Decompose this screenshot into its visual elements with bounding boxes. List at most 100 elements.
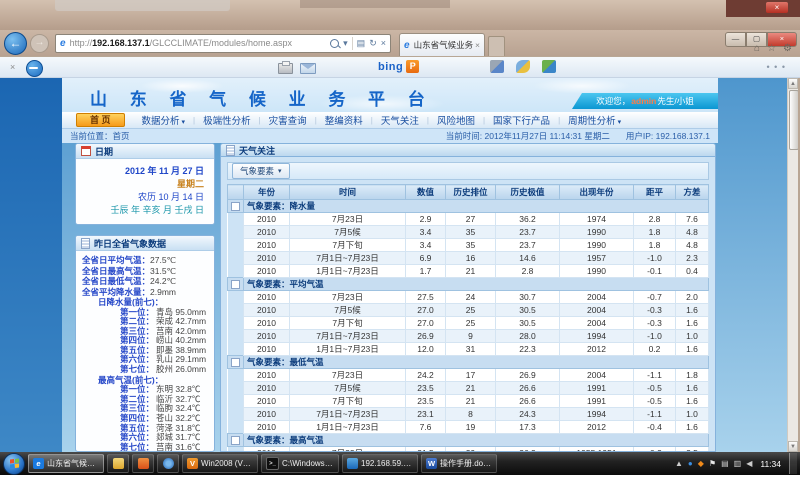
bing-logo[interactable]: bing P [378,60,419,73]
vertical-scrollbar[interactable]: ▲ ▼ [787,78,798,452]
scroll-down-icon[interactable]: ▼ [788,441,798,452]
toolbar-plugin-icon-2[interactable] [516,60,530,73]
table-row[interactable]: 20107月5候23.52126.61991-0.51.6 [228,382,709,395]
compatibility-view-icon[interactable]: ▤ [357,38,366,49]
toolbar-more-icon[interactable]: • • • [767,62,786,72]
show-hidden-icons-icon[interactable]: ▲ [675,460,683,468]
table-row[interactable]: 20107月5候3.43523.719901.84.8 [228,226,709,239]
refresh-icon[interactable]: ↻ [369,38,377,49]
row-spacer-cell [228,226,244,239]
address-bar[interactable]: e http://192.168.137.1/GLCCLIMATE/module… [55,34,391,53]
expand-box-icon[interactable] [231,280,240,289]
url-text[interactable]: http://192.168.137.1/GLCCLIMATE/modules/… [70,38,331,48]
group-expand-cell[interactable] [228,278,244,291]
cell: 2012 [560,421,634,434]
address-dropdown-icon[interactable]: ▾ [343,38,348,49]
column-header: 出现年份 [560,185,634,200]
table-row[interactable]: 20107月23日27.52430.72004-0.72.0 [228,291,709,304]
scroll-up-icon[interactable]: ▲ [788,78,798,89]
taskbar-button-ie[interactable]: e山东省气候业务... [28,454,104,473]
minimize-button[interactable]: — [725,32,746,47]
show-desktop-button[interactable] [789,453,797,474]
table-row[interactable]: 20107月下旬27.02530.52004-0.31.6 [228,317,709,330]
group-expand-cell[interactable] [228,200,244,213]
flame-icon[interactable]: ◆ [698,460,704,468]
weather-watch-table: 年份时间数值历史排位历史极值出现年份距平方差 气象要素：降水量20107月23日… [227,184,709,452]
taskbar-button-app-orange[interactable] [132,454,154,473]
back-button[interactable]: ← [4,32,27,55]
network-icon[interactable]: ▤ [721,460,729,468]
search-icon[interactable] [330,39,339,48]
table-row[interactable]: 20107月1日~7月23日6.91614.61957-1.02.3 [228,252,709,265]
table-row[interactable]: 20107月23日24.21726.92004-1.11.8 [228,369,709,382]
rank-label: 第七位： [82,443,154,451]
table-row[interactable]: 20101月1日~7月23日12.03122.320120.21.6 [228,343,709,356]
cell: 2010 [244,395,290,408]
tab-close-icon[interactable]: × [475,40,480,50]
safety-icon[interactable]: ● [688,460,693,468]
group-header-row[interactable]: 气象要素：最高气温 [228,434,709,447]
nav-item-home[interactable]: 首 页 [76,113,125,127]
taskbar-button-cmd[interactable]: >_C:\Windows\s... [261,454,339,473]
nav-item-5[interactable]: 天气关注 [373,113,427,127]
table-row[interactable]: 20101月1日~7月23日7.61917.32012-0.41.6 [228,421,709,434]
taskbar-button-vm[interactable]: VWin2008 (VS2... [182,454,258,473]
table-row[interactable]: 20107月1日~7月23日26.9928.01994-1.01.0 [228,330,709,343]
element-dropdown-button[interactable]: 气象要素 ▾ [232,163,290,179]
stat-value: 27.5℃ [150,255,176,266]
nav-item-1[interactable]: 数据分析 ▾ [134,113,193,127]
browser-tab[interactable]: e 山东省气候业务平... × [399,33,485,56]
nav-item-3[interactable]: 灾害查询 [261,113,315,127]
group-header-row[interactable]: 气象要素：降水量 [228,200,709,213]
nav-item-6[interactable]: 风险地图 [429,113,483,127]
volume-icon[interactable]: ◀ [746,460,752,468]
taskbar-button-word[interactable]: W操作手册.docx ... [421,454,497,473]
forward-button[interactable]: → [30,34,49,53]
toolbar-plugin-icon-1[interactable] [490,60,504,73]
gear-icon[interactable]: ⚙ [783,43,792,54]
print-icon[interactable] [278,63,293,74]
toolbar-plugin-icon-3[interactable] [542,60,556,73]
username: admin [631,96,656,106]
taskbar-button-rdp[interactable]: 192.168.59.99... [342,454,418,473]
group-header-row[interactable]: 气象要素：平均气温 [228,278,709,291]
home-icon[interactable]: ⌂ [754,43,760,54]
weather-panel-title: 昨日全省气象数据 [94,237,166,250]
nav-item-4[interactable]: 整编资料 [317,113,371,127]
group-expand-cell[interactable] [228,356,244,369]
expand-box-icon[interactable] [231,202,240,211]
cell: 25 [446,304,496,317]
nav-item-7[interactable]: 国家下行产品 [485,113,558,127]
toolbar-close-icon[interactable]: × [10,62,15,72]
current-time: 当前时间: 2012年11月27日 11:14:31 星期二 [446,130,610,142]
table-row[interactable]: 20107月1日~7月23日23.1824.31994-1.11.0 [228,408,709,421]
cell: 1.6 [676,317,709,330]
taskbar-button-media[interactable] [157,454,179,473]
favorites-star-icon[interactable]: ☆ [767,43,776,54]
group-expand-cell[interactable] [228,434,244,447]
expand-box-icon[interactable] [231,436,240,445]
cell: 7月5候 [290,304,406,317]
flag-icon[interactable]: ⚑ [709,460,716,468]
table-row[interactable]: 20101月1日~7月23日1.7212.81990-0.10.4 [228,265,709,278]
group-header-row[interactable]: 气象要素：最低气温 [228,356,709,369]
power-icon[interactable]: ▥ [734,460,742,468]
mail-icon[interactable] [300,63,316,74]
nav-item-2[interactable]: 极端性分析 [195,113,259,127]
rank-value: 莒南 31.6℃ [156,443,200,451]
table-row[interactable]: 20107月下旬23.52126.61991-0.51.6 [228,395,709,408]
table-row[interactable]: 20107月23日2.92736.219742.87.6 [228,213,709,226]
start-button[interactable] [3,453,25,475]
toolbar-logo-icon[interactable] [26,60,43,77]
row-spacer-cell [228,265,244,278]
table-row[interactable]: 20107月下旬3.43523.719901.84.8 [228,239,709,252]
table-row[interactable]: 20107月5候27.02530.52004-0.31.6 [228,304,709,317]
new-tab-button[interactable] [488,36,505,56]
date-line: 2012 年 11 月 27 日 [86,165,204,178]
taskbar-button-folder[interactable] [107,454,129,473]
taskbar-clock[interactable]: 11:34 [755,459,786,469]
expand-box-icon[interactable] [231,358,240,367]
stop-icon[interactable]: × [381,38,386,48]
cell: 7月5候 [290,382,406,395]
nav-item-8[interactable]: 周期性分析 ▾ [560,113,629,127]
